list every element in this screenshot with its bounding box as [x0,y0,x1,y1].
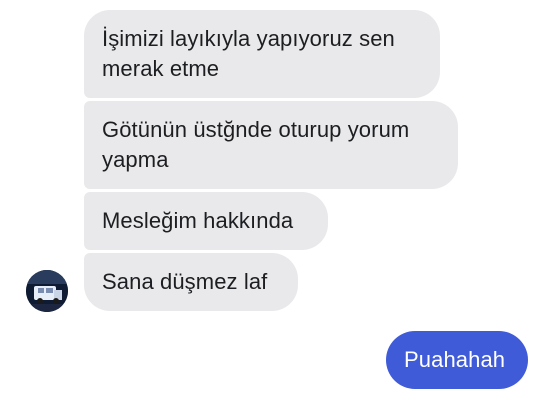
incoming-message-bubble[interactable]: Sana düşmez laf [84,253,298,311]
message-text-line: İşimizi layıkıyla yapıyoruz sen [102,26,395,51]
message-text-line: Götünün üstğnde oturup yorum [102,117,410,142]
message-text-line: yapma [102,147,169,172]
outgoing-message-bubble[interactable]: Puahahah [386,331,528,389]
message-text-line: Mesleğim hakkında [102,208,294,233]
contact-avatar-icon[interactable] [26,270,68,312]
message-text-line: Puahahah [404,347,506,372]
message-text-line: Sana düşmez laf [102,269,268,294]
incoming-message-bubble[interactable]: Götünün üstğnde oturup yorum yapma [84,101,458,189]
message-text-line: merak etme [102,56,220,81]
incoming-message-bubble[interactable]: İşimizi layıkıyla yapıyoruz sen merak et… [84,10,440,98]
message-thread: İşimizi layıkıyla yapıyoruz sen merak et… [0,0,540,402]
incoming-message-bubble[interactable]: Mesleğim hakkında [84,192,328,250]
